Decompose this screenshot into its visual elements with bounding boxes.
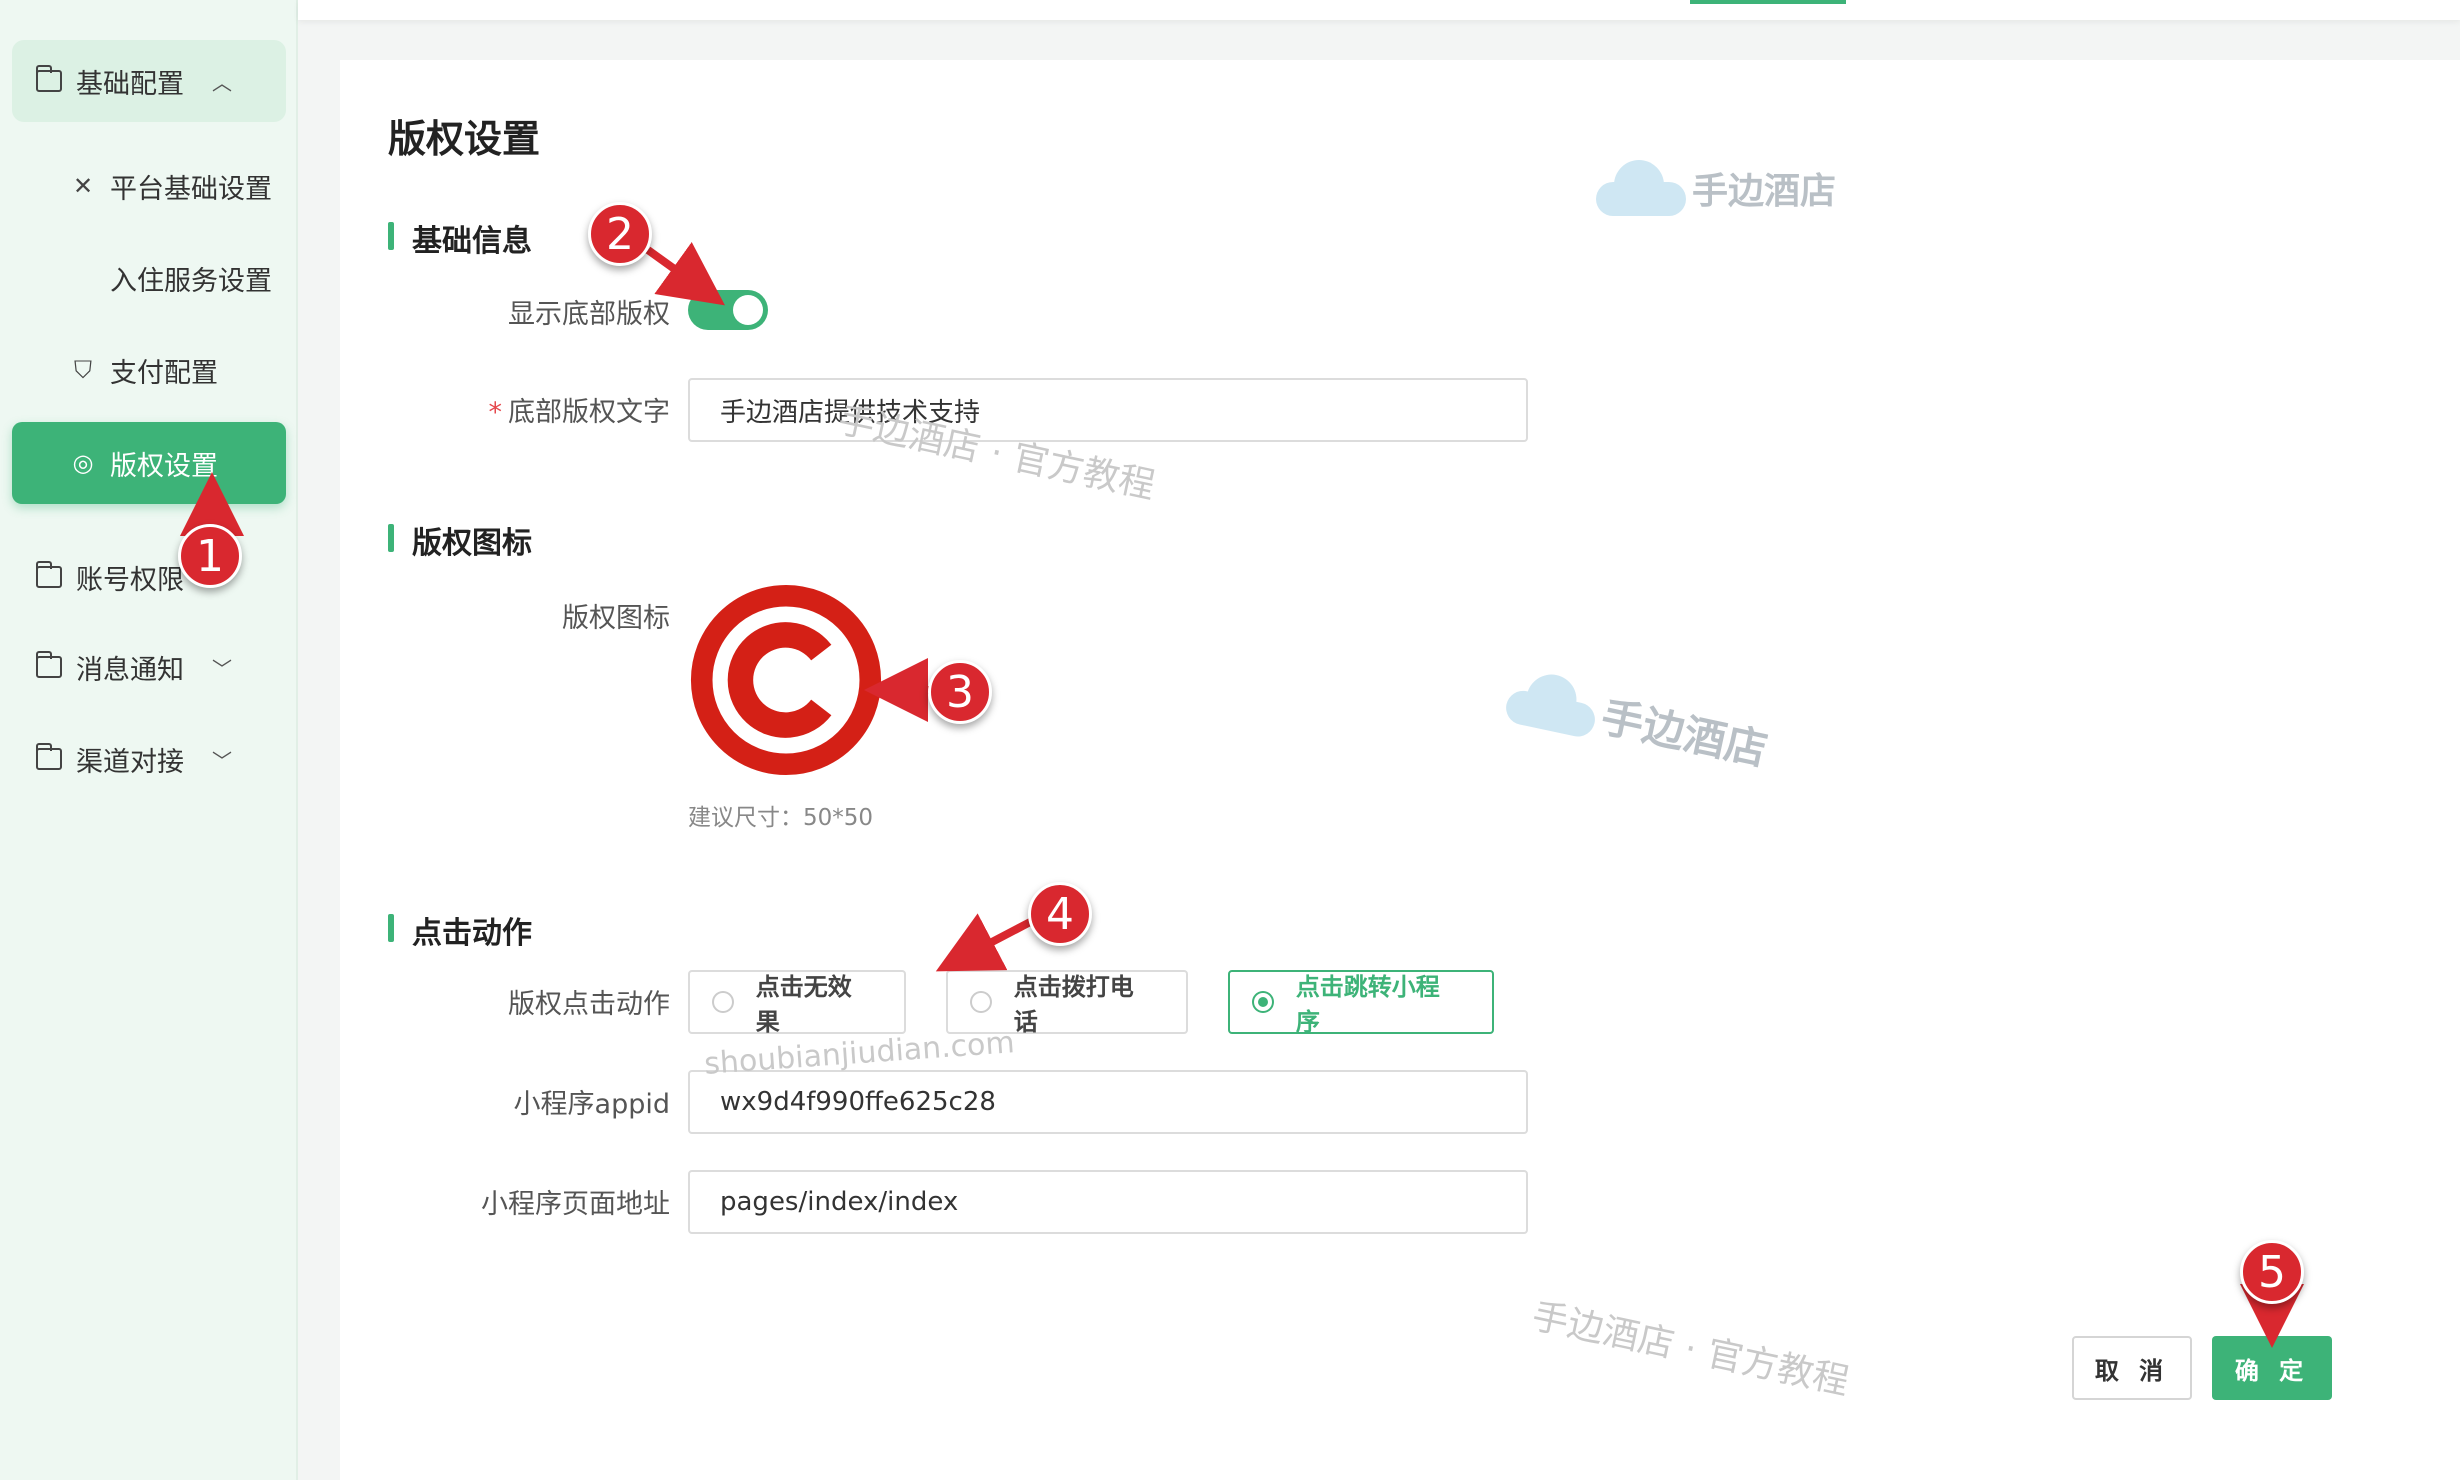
sidebar-group-basic-config[interactable]: 基础配置 ︿: [12, 40, 286, 122]
shield-icon: ⛉: [74, 356, 92, 384]
show-copyright-label: 显示底部版权: [508, 299, 670, 330]
sidebar-group-label: 账号权限: [76, 564, 184, 596]
page-path-label: 小程序页面地址: [481, 1189, 670, 1220]
copyright-text-label-text: 底部版权文字: [508, 397, 670, 428]
chevron-down-icon: ﹀: [212, 656, 232, 681]
click-action-label: 版权点击动作: [508, 989, 670, 1020]
sidebar-item-payment-config[interactable]: ⛉ 支付配置: [12, 332, 286, 408]
required-mark: *: [488, 397, 503, 428]
toggle-knob: [733, 295, 763, 325]
settings-card: 版权设置 基础信息 显示底部版权 * 底部版权文字 手边酒店提供技术支持 版权图标…: [340, 60, 2460, 1480]
watermark-brand-top: 手边酒店: [1596, 160, 1836, 216]
callout-1: 1: [178, 524, 242, 588]
sidebar-item-label: 版权设置: [110, 450, 218, 482]
copyright-text-input[interactable]: 手边酒店提供技术支持: [688, 378, 1528, 442]
sidebar-item-label: 入住服务设置: [110, 265, 272, 297]
page-path-input[interactable]: pages/index/index: [688, 1170, 1528, 1234]
sidebar-item-checkin-settings[interactable]: 入住服务设置: [12, 240, 286, 316]
section-basic-info: 基础信息: [388, 216, 532, 260]
copyright-icon[interactable]: [688, 582, 884, 778]
callout-4: 4: [1028, 882, 1092, 946]
sidebar-group-label: 消息通知: [76, 654, 184, 686]
radio-dot: [970, 991, 992, 1013]
radio-no-effect[interactable]: 点击无效果: [688, 970, 906, 1036]
section-click-action: 点击动作: [388, 908, 532, 952]
top-header: [298, 0, 2460, 20]
folder-icon: [35, 561, 62, 588]
sidebar-group-notifications[interactable]: 消息通知 ﹀: [12, 626, 286, 708]
radio-dot: [1252, 991, 1274, 1013]
radio-label: 点击跳转小程序: [1295, 973, 1440, 1036]
sidebar-item-copyright-settings[interactable]: ◎ 版权设置: [12, 422, 286, 504]
circle-icon: ◎: [72, 449, 94, 477]
show-copyright-toggle[interactable]: [688, 290, 768, 330]
page-title: 版权设置: [388, 117, 541, 161]
confirm-button[interactable]: 确 定: [2212, 1336, 2332, 1400]
folder-icon: [35, 743, 62, 770]
chevron-down-icon: ﹀: [212, 748, 232, 773]
sidebar-group-channel-integration[interactable]: 渠道对接 ﹀: [12, 718, 286, 800]
callout-5: 5: [2240, 1240, 2304, 1304]
radio-dot: [712, 991, 734, 1013]
copyright-icon-label: 版权图标: [562, 603, 670, 634]
tools-icon: ✕: [72, 172, 94, 200]
section-copyright-icon: 版权图标: [388, 518, 532, 562]
sidebar-item-platform-settings[interactable]: ✕ 平台基础设置: [12, 148, 286, 224]
radio-label: 点击拨打电话: [1013, 973, 1134, 1036]
active-tab-indicator: [1690, 0, 1846, 4]
sidebar-item-label: 平台基础设置: [110, 173, 272, 205]
folder-icon: [35, 65, 62, 92]
sidebar-group-account-permissions[interactable]: 账号权限: [12, 536, 286, 618]
copyright-text-label: * 底部版权文字: [340, 390, 671, 429]
callout-2: 2: [588, 202, 652, 266]
cloud-logo-icon: [1596, 160, 1686, 216]
radio-call-phone[interactable]: 点击拨打电话: [946, 970, 1188, 1036]
callout-3: 3: [928, 660, 992, 724]
folder-icon: [35, 651, 62, 678]
appid-input[interactable]: wx9d4f990ffe625c28: [688, 1070, 1528, 1134]
icon-size-hint: 建议尺寸：50*50: [688, 805, 874, 831]
sidebar-group-label: 基础配置: [76, 68, 184, 100]
chevron-up-icon: ︿: [212, 70, 232, 95]
cancel-button[interactable]: 取 消: [2072, 1336, 2192, 1400]
radio-open-miniprogram[interactable]: 点击跳转小程序: [1228, 970, 1494, 1036]
appid-label: 小程序appid: [513, 1089, 670, 1120]
sidebar-group-label: 渠道对接: [76, 746, 184, 778]
radio-label: 点击无效果: [755, 973, 852, 1036]
sidebar: 基础配置 ︿ ✕ 平台基础设置 入住服务设置 ⛉ 支付配置 ◎ 版权设置 账号权…: [0, 0, 298, 1480]
sidebar-item-label: 支付配置: [110, 357, 218, 389]
watermark-brand-text: 手边酒店: [1692, 171, 1837, 212]
